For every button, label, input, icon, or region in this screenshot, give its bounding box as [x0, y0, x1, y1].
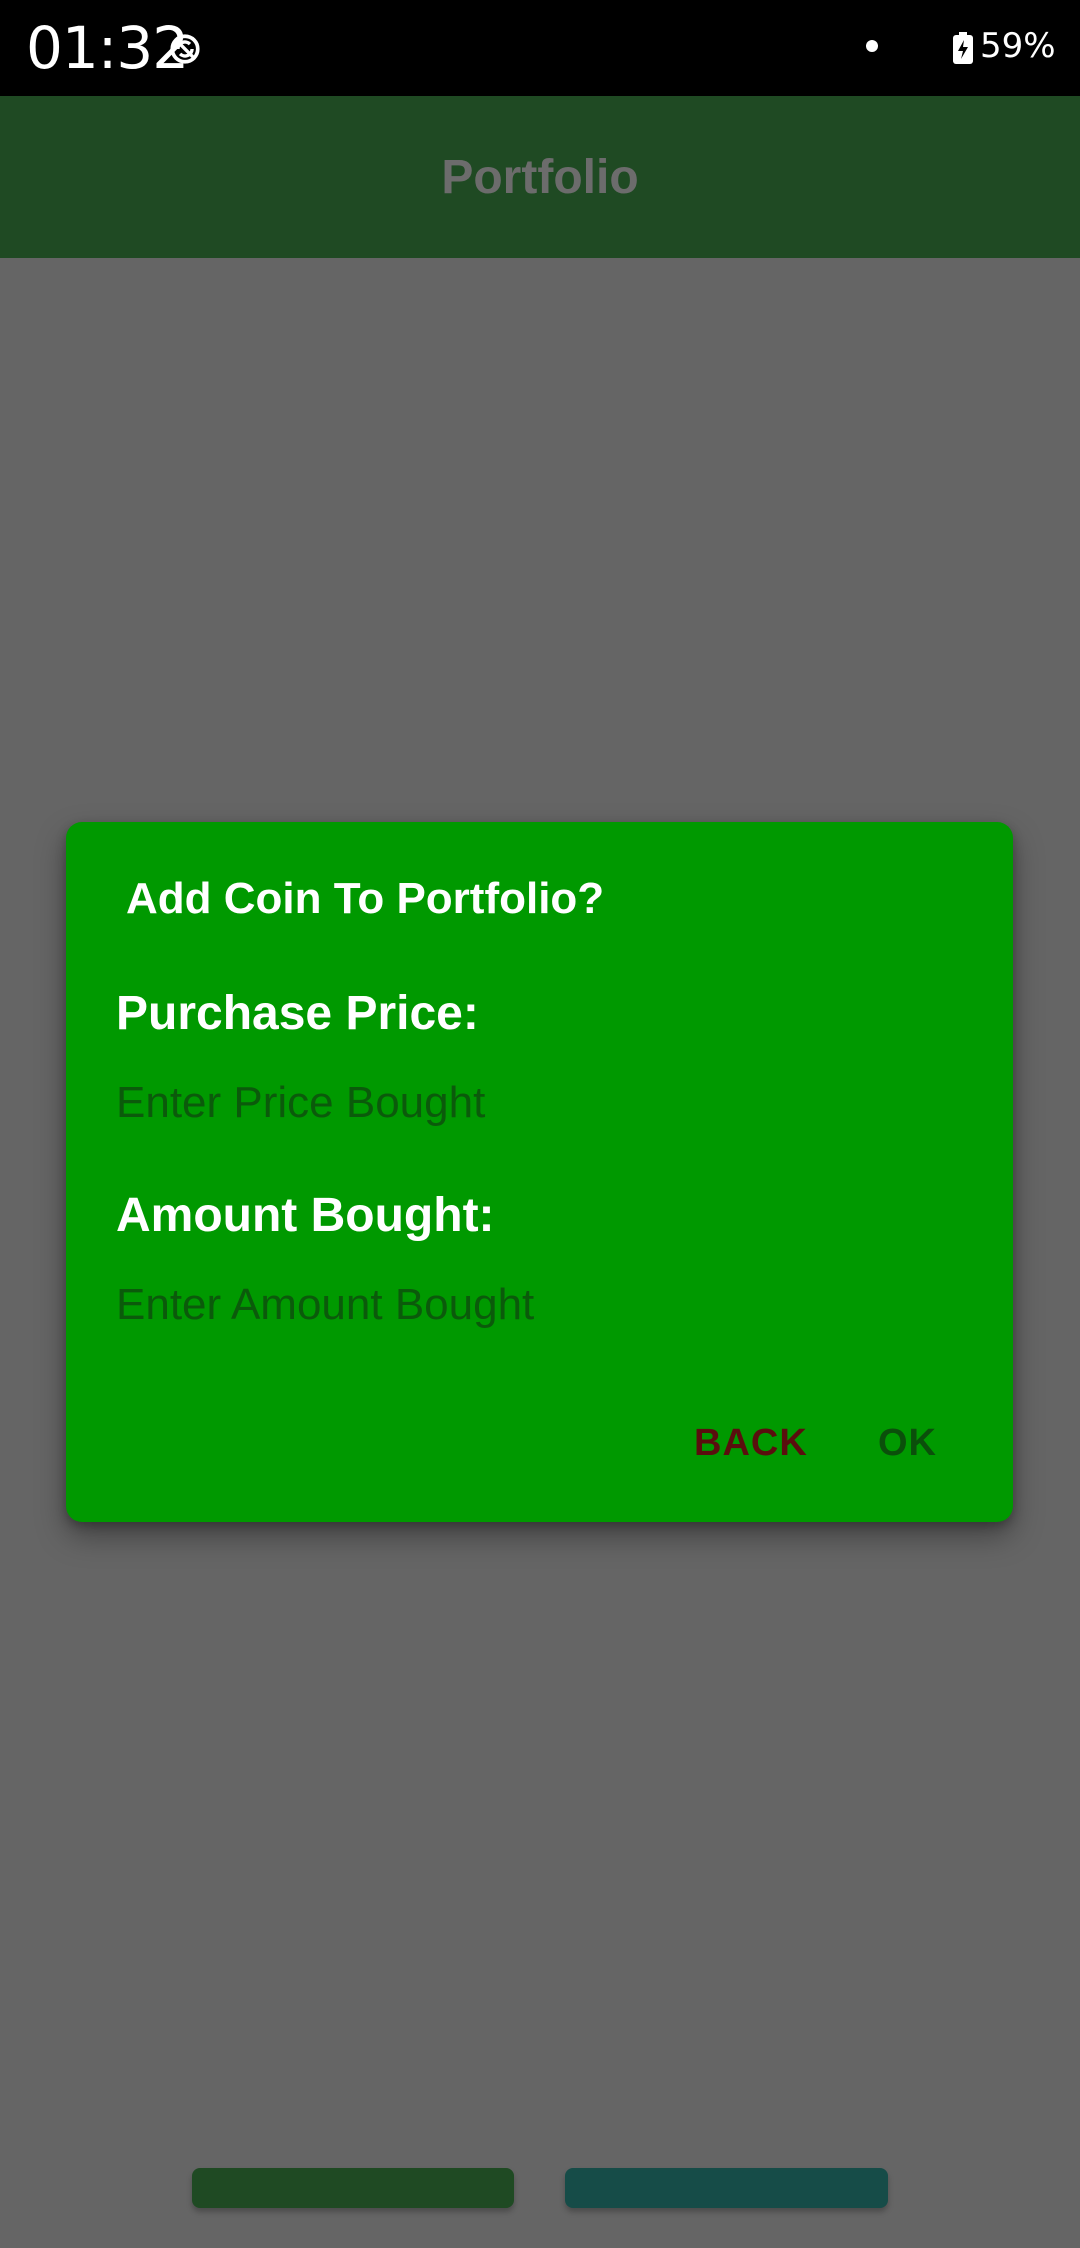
notification-dot-icon	[866, 40, 878, 52]
status-bar: 01:32 59%	[0, 0, 1080, 96]
status-time: 01:32	[26, 14, 189, 82]
amount-bought-label: Amount Bought:	[116, 1189, 495, 1242]
dialog-title: Add Coin To Portfolio?	[126, 874, 605, 923]
purchase-price-input[interactable]	[116, 1068, 956, 1138]
amount-bought-input[interactable]	[116, 1270, 956, 1340]
screen: 01:32 59% Portfolio Add Coin To Portfoli…	[0, 0, 1080, 2248]
app-bar: Portfolio	[0, 96, 1080, 258]
bottom-right-button	[565, 2168, 888, 2208]
back-button[interactable]: BACK	[694, 1422, 808, 1465]
battery-charging-icon	[953, 32, 973, 64]
bottom-left-button	[192, 2168, 514, 2208]
page-title: Portfolio	[441, 150, 639, 204]
add-coin-dialog: Add Coin To Portfolio? Purchase Price: A…	[66, 822, 1013, 1522]
battery-percentage: 59%	[980, 26, 1056, 66]
ok-button[interactable]: OK	[878, 1422, 937, 1465]
purchase-price-label: Purchase Price:	[116, 987, 479, 1040]
sync-off-icon	[170, 34, 200, 64]
